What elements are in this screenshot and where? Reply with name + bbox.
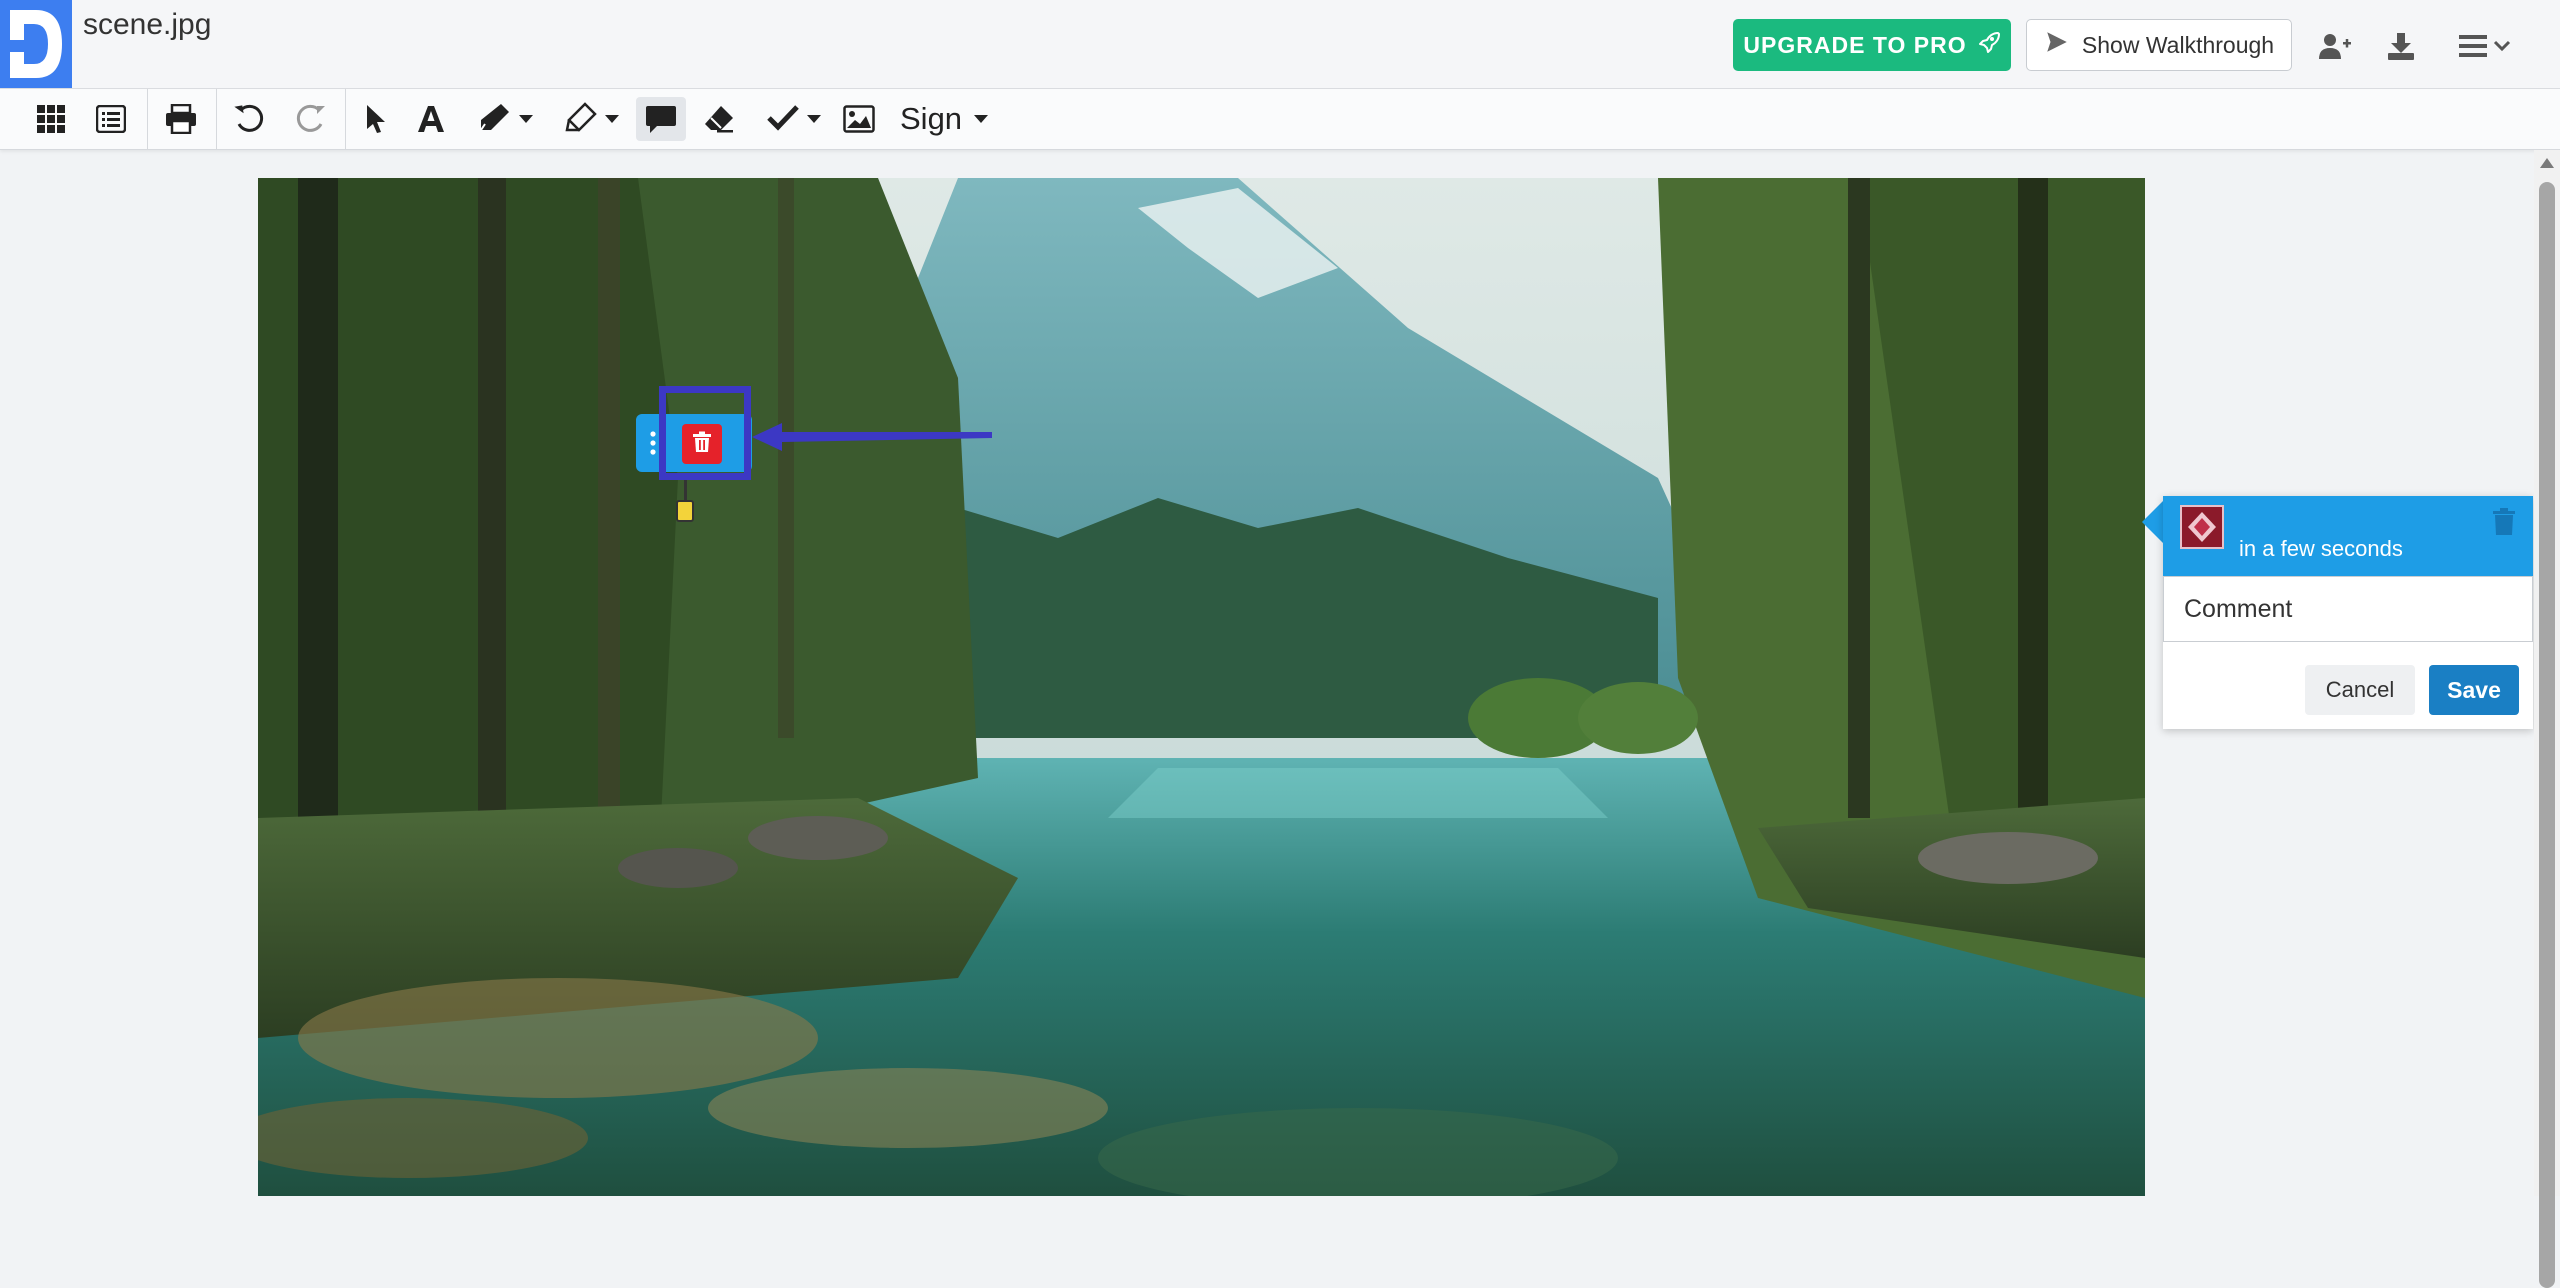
upgrade-label: UPGRADE TO PRO	[1743, 31, 1967, 58]
checkmark-tool-dropdown[interactable]	[758, 97, 830, 141]
app-logo[interactable]	[0, 0, 72, 88]
upgrade-to-pro-button[interactable]: UPGRADE TO PRO	[1733, 19, 2011, 71]
save-button[interactable]: Save	[2429, 665, 2519, 715]
scrollbar-thumb[interactable]	[2539, 182, 2555, 1288]
comment-input[interactable]: Comment	[2163, 576, 2533, 642]
vertical-scrollbar[interactable]	[2534, 150, 2560, 1288]
print-icon[interactable]	[160, 97, 202, 141]
walkthrough-label: Show Walkthrough	[2081, 31, 2275, 58]
chevron-down-icon	[519, 115, 533, 123]
file-name: scene.jpg	[83, 8, 212, 41]
eraser-icon[interactable]	[698, 97, 740, 141]
trash-icon[interactable]	[2492, 508, 2516, 541]
chevron-down-icon	[605, 115, 619, 123]
send-icon	[2044, 29, 2070, 61]
toolbar-divider	[216, 89, 217, 149]
show-walkthrough-button[interactable]: Show Walkthrough	[2026, 19, 2292, 71]
rocket-icon	[1977, 30, 2001, 60]
checkmark-icon	[767, 103, 799, 136]
comment-pin[interactable]	[676, 500, 694, 522]
comment-panel-pointer	[2142, 500, 2164, 544]
pen-icon	[479, 102, 511, 137]
comment-panel-header: in a few seconds	[2163, 496, 2533, 576]
document-image[interactable]	[258, 178, 2145, 1196]
comment-icon[interactable]	[636, 97, 686, 141]
add-user-icon[interactable]	[2315, 26, 2355, 66]
list-icon[interactable]	[90, 97, 132, 141]
pointer-icon[interactable]	[356, 97, 396, 141]
comment-pin-stem	[684, 480, 687, 500]
image-icon[interactable]	[838, 97, 880, 141]
editor-toolbar: Sign	[0, 89, 2560, 150]
undo-icon[interactable]	[228, 97, 270, 141]
pointer-arrow	[752, 417, 992, 462]
toolbar-divider	[147, 89, 148, 149]
scroll-up-icon[interactable]	[2540, 158, 2554, 168]
highlighter-tool-dropdown[interactable]	[556, 97, 628, 141]
pen-tool-dropdown[interactable]	[470, 97, 542, 141]
redo-icon[interactable]	[290, 97, 332, 141]
grid-icon[interactable]	[30, 97, 72, 141]
sign-label: Sign	[900, 101, 963, 136]
chevron-down-icon	[974, 115, 989, 123]
chevron-down-icon	[807, 115, 821, 123]
avatar	[2180, 505, 2224, 549]
menu-icon[interactable]	[2456, 26, 2516, 66]
sign-dropdown[interactable]: Sign	[900, 97, 989, 141]
app-header: scene.jpg UPGRADE TO PRO Show Walkthroug…	[0, 0, 2560, 89]
text-icon[interactable]	[410, 97, 452, 141]
highlighter-icon	[565, 101, 597, 137]
toolbar-divider	[345, 89, 346, 149]
comment-timestamp: in a few seconds	[2239, 536, 2403, 561]
cancel-button[interactable]: Cancel	[2305, 665, 2415, 715]
highlight-box	[659, 386, 751, 480]
download-icon[interactable]	[2381, 26, 2421, 66]
